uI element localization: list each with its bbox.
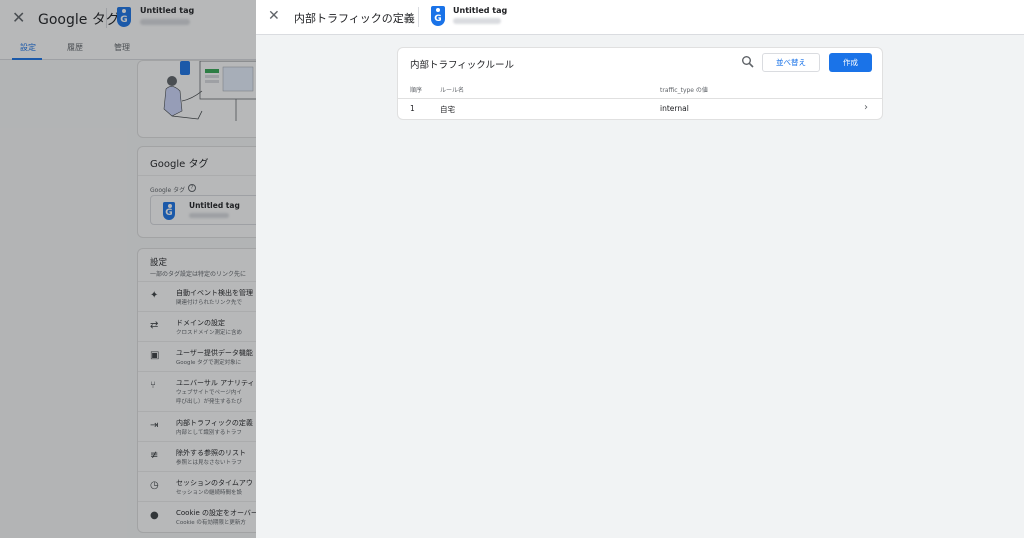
google-tag-icon: G: [431, 6, 445, 26]
tag-id-redacted: [453, 18, 501, 24]
internal-traffic-rules-card: 内部トラフィックルール 並べ替え 作成 順序 ルール名 traffic_type…: [397, 47, 883, 120]
column-header-order[interactable]: 順序: [410, 85, 422, 94]
rules-card-title: 内部トラフィックルール: [410, 60, 515, 71]
row-order: 1: [410, 104, 415, 113]
row-traffic-type-value: internal: [660, 104, 689, 113]
create-button[interactable]: 作成: [829, 53, 872, 72]
tag-name: Untitled tag: [453, 6, 508, 15]
close-icon[interactable]: ✕: [268, 8, 280, 24]
row-rule-name: 自宅: [440, 105, 455, 114]
search-icon[interactable]: [741, 55, 755, 69]
internal-traffic-panel: ✕ 内部トラフィックの定義 G Untitled tag 内部トラフィックルール…: [256, 0, 1024, 538]
column-header-rule-name[interactable]: ルール名: [440, 85, 464, 94]
modal-scrim[interactable]: [0, 0, 256, 538]
column-header-traffic-type[interactable]: traffic_type の値: [660, 85, 708, 94]
chevron-right-icon[interactable]: ›: [864, 102, 868, 113]
table-row[interactable]: 1 自宅 internal ›: [398, 99, 882, 119]
sort-button[interactable]: 並べ替え: [762, 53, 820, 72]
header-divider: [418, 7, 419, 27]
panel-header: ✕ 内部トラフィックの定義 G Untitled tag: [256, 0, 1024, 35]
panel-title: 内部トラフィックの定義: [294, 12, 415, 25]
